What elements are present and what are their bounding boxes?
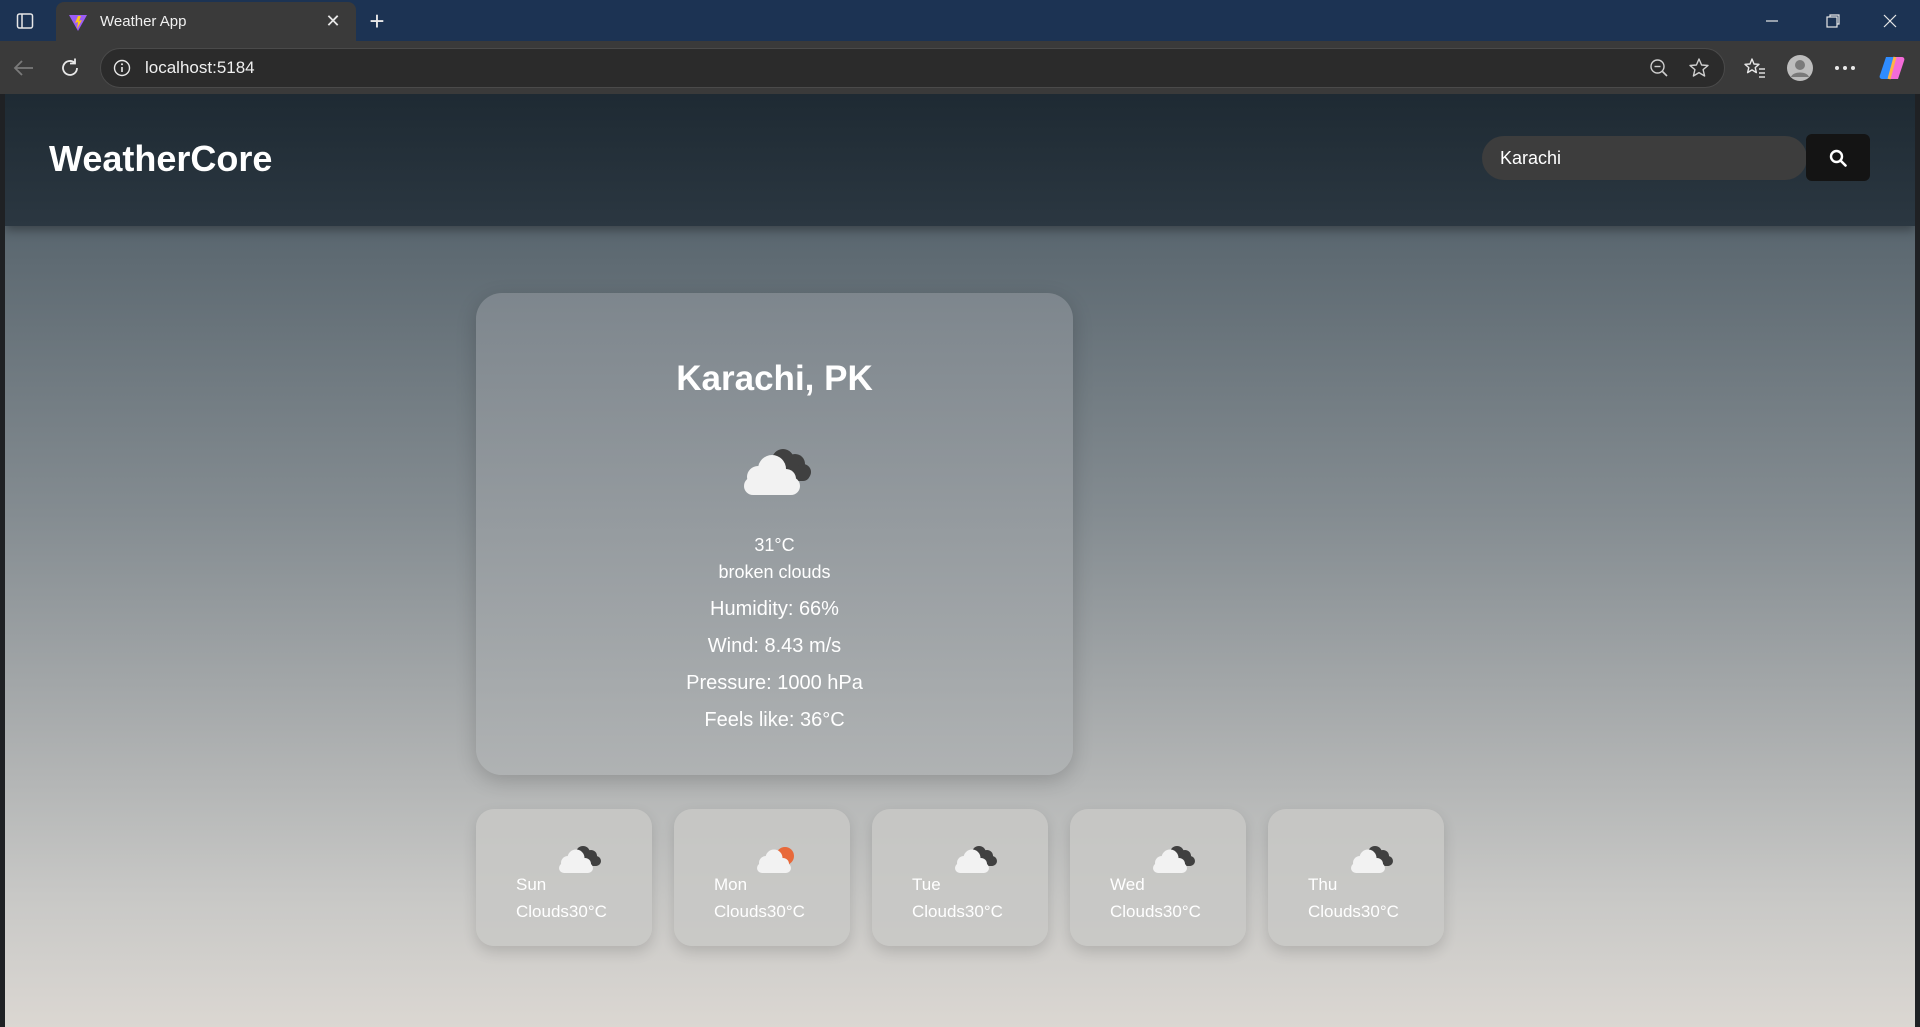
humidity-stat: Humidity: 66% [710,598,839,620]
profile-avatar-icon[interactable] [1783,52,1817,84]
forecast-condition: Clouds [714,902,767,921]
forecast-summary: Clouds30°C [1110,902,1201,922]
forecast-card: Thu Clouds30°C [1268,809,1444,946]
site-info-icon[interactable] [111,57,133,79]
close-window-button[interactable] [1870,6,1910,36]
address-bar[interactable]: localhost:5184 [100,48,1725,88]
forecast-condition: Clouds [1308,902,1361,921]
forecast-card: Wed Clouds30°C [1070,809,1246,946]
forecast-card: Mon Clouds30°C [674,809,850,946]
feels-like-stat: Feels like: 36°C [704,709,845,731]
broken-clouds-icon [1153,846,1195,873]
forecast-card: Sun Clouds30°C [476,809,652,946]
more-options-icon[interactable] [1828,52,1862,84]
forecast-day: Wed [1110,875,1145,894]
browser-tab-bar: Weather App ✕ + [0,0,1920,41]
forecast-condition: Clouds [516,902,569,921]
forecast-temp: 30°C [964,902,1003,921]
city-name: Karachi, PK [676,359,873,398]
wind-stat: Wind: 8.43 m/s [707,635,842,657]
city-search-input[interactable] [1482,136,1807,180]
broken-clouds-icon [955,846,997,873]
forecast-card: Tue Clouds30°C [872,809,1048,946]
app-header: WeatherCore [5,94,1915,226]
broken-clouds-icon [744,449,811,495]
forecast-condition: Clouds [1110,902,1163,921]
forecast-summary: Clouds30°C [912,902,1003,922]
back-arrow-icon[interactable] [8,53,40,83]
tab-title: Weather App [100,13,187,30]
forecast-temp: 30°C [1360,902,1399,921]
search-button[interactable] [1806,134,1870,181]
forecast-summary: Clouds30°C [1308,902,1399,922]
favorites-list-icon[interactable] [1738,52,1772,84]
broken-clouds-icon [1351,846,1393,873]
current-temperature: 31°C [754,535,795,555]
weather-description: broken clouds [718,562,831,582]
forecast-day: Mon [714,875,748,894]
browser-tab-active[interactable]: Weather App ✕ [56,2,356,41]
vite-logo-icon [68,12,88,32]
url-text[interactable]: localhost:5184 [145,58,1644,78]
app-brand: WeatherCore [49,138,273,179]
browser-toolbar: localhost:5184 [0,41,1920,94]
city-search-field[interactable] [1482,136,1807,180]
reload-icon[interactable] [54,53,86,83]
forecast-temp: 30°C [1162,902,1201,921]
broken-clouds-icon [559,846,601,873]
close-tab-icon[interactable]: ✕ [322,11,344,33]
page-viewport: WeatherCore Karachi, PK 31°C broken clou… [5,94,1915,1027]
search-icon [1829,149,1847,167]
forecast-condition: Clouds [912,902,965,921]
forecast-day: Thu [1308,875,1338,894]
tab-actions-icon[interactable] [10,8,40,34]
forecast-day: Sun [516,875,547,894]
new-tab-button[interactable]: + [362,6,392,36]
restore-window-button[interactable] [1813,6,1853,36]
current-weather-card: Karachi, PK 31°C broken clouds Humidity:… [476,293,1073,775]
forecast-summary: Clouds30°C [714,902,805,922]
forecast-temp: 30°C [568,902,607,921]
forecast-day: Tue [912,875,941,894]
favorite-star-icon[interactable] [1684,53,1714,83]
minimize-window-button[interactable] [1752,6,1792,36]
pressure-stat: Pressure: 1000 hPa [686,672,863,694]
copilot-icon[interactable] [1875,52,1909,84]
forecast-temp: 30°C [766,902,805,921]
forecast-summary: Clouds30°C [516,902,607,922]
zoom-out-icon[interactable] [1644,53,1674,83]
sun-behind-cloud-icon [757,847,794,873]
